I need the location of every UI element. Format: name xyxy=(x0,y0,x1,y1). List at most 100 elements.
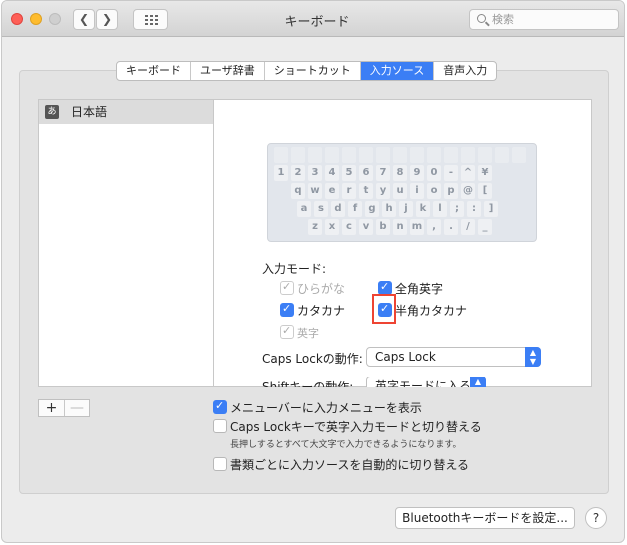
keyboard-key: b xyxy=(376,219,390,235)
keyboard-key: _ xyxy=(478,219,492,235)
keyboard-key: n xyxy=(393,219,407,235)
hankaku-katakana-label: 半角カタカナ xyxy=(395,304,468,318)
eiji-label: 英字 xyxy=(297,327,319,340)
keyboard-key: x xyxy=(325,219,339,235)
blank-key xyxy=(461,147,475,163)
help-button[interactable]: ? xyxy=(585,507,607,529)
title-bar: ❮ ❯ キーボード 検索 xyxy=(2,1,624,37)
blank-key xyxy=(512,147,526,163)
keyboard-key: i xyxy=(410,183,424,199)
input-source-list: あ 日本語 xyxy=(38,99,214,387)
zoom-window-button[interactable] xyxy=(49,13,61,25)
caps-lock-value: Caps Lock xyxy=(375,350,436,364)
minimize-window-button[interactable] xyxy=(30,13,42,25)
auto-switch-label: 書類ごとに入力ソースを自動的に切り替える xyxy=(230,458,470,472)
show-menu-checkbox[interactable] xyxy=(213,399,227,414)
keyboard-key: y xyxy=(376,183,390,199)
keyboard-key: 2 xyxy=(291,165,305,181)
tab-input-sources[interactable]: 入力ソース xyxy=(360,62,435,80)
shift-key-value: 英字モードに入る xyxy=(375,379,472,387)
tab-shortcuts[interactable]: ショートカット xyxy=(265,62,361,80)
keyboard-key: : xyxy=(467,201,481,217)
keyboard-key: g xyxy=(365,201,379,217)
keyboard-key: @ xyxy=(461,183,475,199)
keyboard-key: 5 xyxy=(342,165,356,181)
keyboard-key: 8 xyxy=(393,165,407,181)
tab-user-dictionary[interactable]: ユーザ辞書 xyxy=(191,62,265,80)
keyboard-row-3: a s d f g h j k l;:] xyxy=(297,201,498,217)
blank-key xyxy=(393,147,407,163)
search-icon xyxy=(477,14,486,23)
keyboard-key: v xyxy=(359,219,373,235)
forward-button[interactable]: ❯ xyxy=(96,9,118,30)
keyboard-key: c xyxy=(342,219,356,235)
keyboard-row-2: q w e r t y u i o p @[ xyxy=(291,183,492,199)
keyboard-key: m xyxy=(410,219,424,235)
keyboard-key: t xyxy=(359,183,373,199)
keyboard-key: 1 xyxy=(274,165,288,181)
show-all-button[interactable] xyxy=(133,9,168,30)
remove-source-button[interactable]: — xyxy=(63,400,89,416)
add-source-button[interactable]: + xyxy=(39,400,64,416)
zenkaku-eiji-checkbox[interactable] xyxy=(378,280,392,295)
caps-switch-hint: 長押しするとすべて大文字で入力できるようになります。 xyxy=(230,440,462,450)
back-button[interactable]: ❮ xyxy=(73,9,95,30)
keyboard-key: 0 xyxy=(427,165,441,181)
search-placeholder: 検索 xyxy=(492,13,514,26)
chevron-updown-icon: ▲▼ xyxy=(470,377,486,387)
keyboard-key: l xyxy=(433,201,447,217)
keyboard-key: u xyxy=(393,183,407,199)
keyboard-row-4: z x c v b n m,. / _ xyxy=(308,219,492,235)
blank-key xyxy=(359,147,373,163)
input-mode-label: 入力モード: xyxy=(262,262,327,276)
keyboard-layout-preview: 1 2 3 4 5 6 7 8 9 0- ^ ¥ q w e r t y u i o p @[ a s d f g h j k l;:] … xyxy=(267,143,537,242)
keyboard-key: 3 xyxy=(308,165,322,181)
keyboard-key: [ xyxy=(478,183,492,199)
hiragana-label: ひらがな xyxy=(297,282,346,296)
keyboard-key: h xyxy=(382,201,396,217)
chevron-updown-icon: ▲▼ xyxy=(525,347,541,367)
caps-lock-label: Caps Lockの動作: xyxy=(262,352,363,366)
caps-switch-checkbox[interactable] xyxy=(213,419,227,433)
preferences-window: ❮ ❯ キーボード 検索 キーボード ユーザ辞書 ショートカット 入力ソース 音… xyxy=(1,0,625,543)
auto-switch-checkbox[interactable] xyxy=(213,457,227,471)
setup-bluetooth-keyboard-button[interactable]: Bluetoothキーボードを設定... xyxy=(395,507,575,529)
katakana-checkbox[interactable] xyxy=(280,302,294,317)
keyboard-key: z xyxy=(308,219,322,235)
keyboard-key: ; xyxy=(450,201,464,217)
keyboard-key: q xyxy=(291,183,305,199)
source-detail-pane: 1 2 3 4 5 6 7 8 9 0- ^ ¥ q w e r t y u i o p @[ a s d f g h j k l;:] … xyxy=(214,99,592,387)
katakana-label: カタカナ xyxy=(297,304,346,318)
keyboard-key: d xyxy=(331,201,345,217)
tab-dictation[interactable]: 音声入力 xyxy=(434,62,496,80)
blank-key xyxy=(291,147,305,163)
clipped-row: Shiftキーの動作: 英字モードに入る ▲▼ xyxy=(214,377,592,387)
keyboard-key: o xyxy=(427,183,441,199)
shift-key-popup[interactable]: 英字モードに入る ▲▼ xyxy=(366,377,486,387)
keyboard-key: 6 xyxy=(359,165,373,181)
tab-keyboard[interactable]: キーボード xyxy=(117,62,191,80)
keyboard-key: ^ xyxy=(461,165,475,181)
blank-key xyxy=(495,147,509,163)
search-field[interactable]: 検索 xyxy=(469,9,619,30)
blank-key xyxy=(308,147,322,163)
keyboard-row-1: 1 2 3 4 5 6 7 8 9 0- ^ ¥ xyxy=(274,165,492,181)
keyboard-key: j xyxy=(399,201,413,217)
keyboard-key: 4 xyxy=(325,165,339,181)
keyboard-key: ¥ xyxy=(478,165,492,181)
keyboard-key: 9 xyxy=(410,165,424,181)
list-item[interactable]: あ 日本語 xyxy=(39,100,213,124)
caps-switch-label: Caps Lockキーで英字入力モードと切り替える xyxy=(230,420,482,434)
eiji-checkbox xyxy=(280,324,294,339)
keyboard-key: / xyxy=(461,219,475,235)
zenkaku-eiji-label: 全角英字 xyxy=(395,282,444,296)
show-menu-label: メニューバーに入力メニューを表示 xyxy=(230,401,422,415)
chevron-left-icon: ❮ xyxy=(78,12,90,26)
blank-key xyxy=(410,147,424,163)
keyboard-key: f xyxy=(348,201,362,217)
caps-lock-popup[interactable]: Caps Lock ▲ ▼ xyxy=(366,347,541,367)
window-title: キーボード xyxy=(284,15,350,30)
keyboard-key: 7 xyxy=(376,165,390,181)
hiragana-checkbox xyxy=(280,280,294,295)
close-window-button[interactable] xyxy=(11,13,23,25)
